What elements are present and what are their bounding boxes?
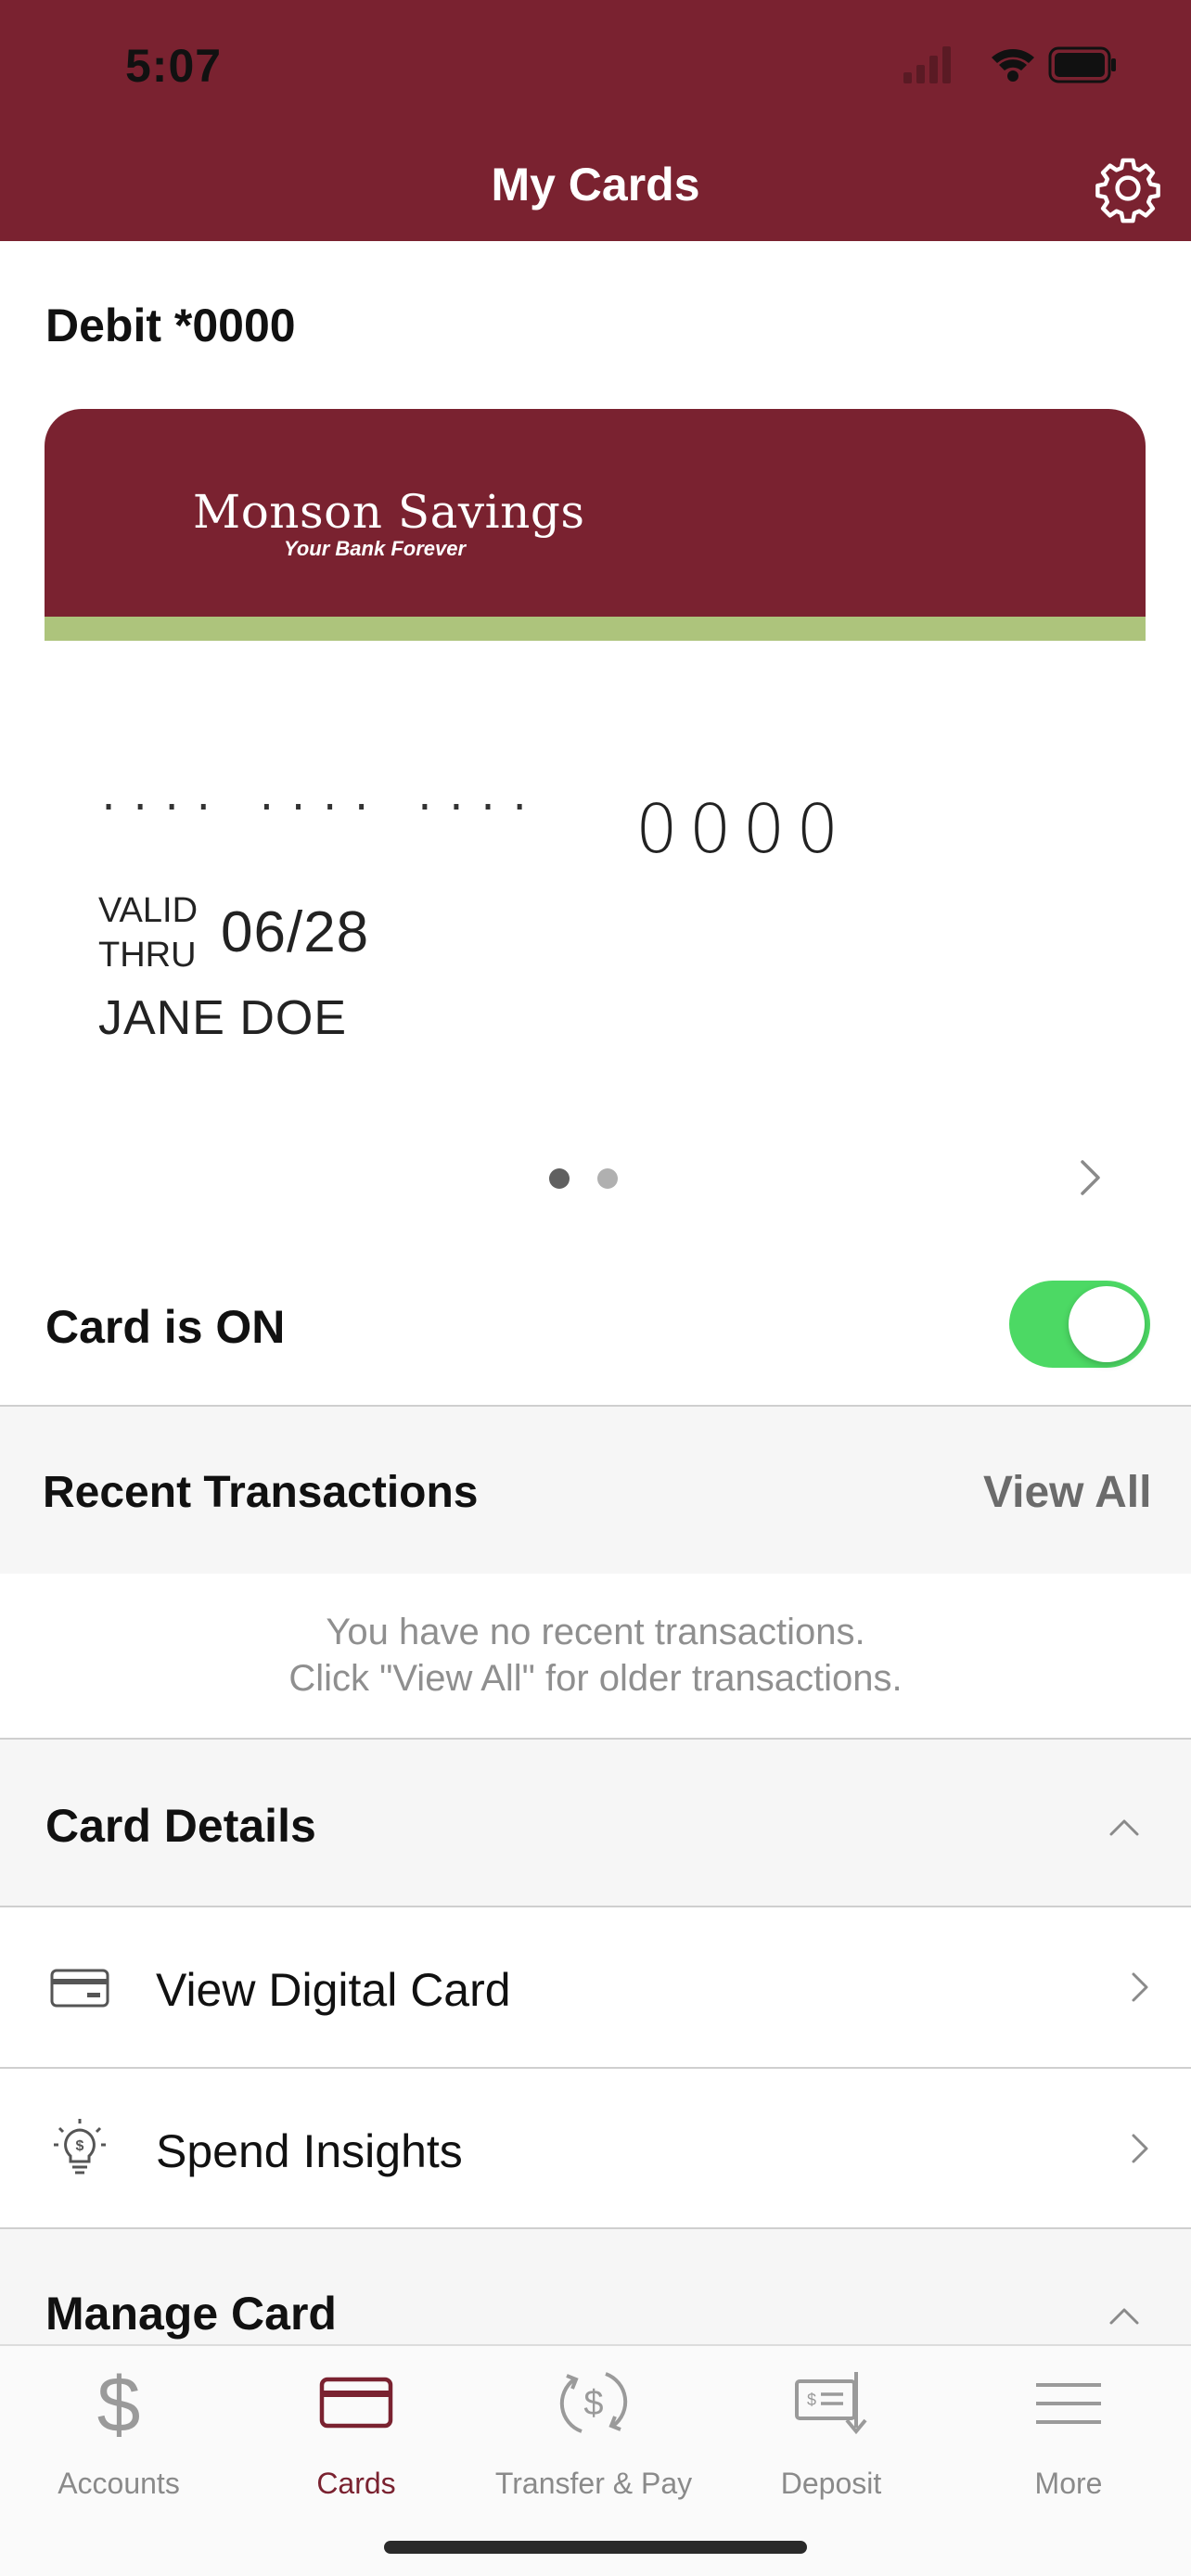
check-deposit-icon: $ [795, 2372, 867, 2435]
card-stripe [45, 617, 1146, 641]
toggle-knob [1069, 1286, 1145, 1362]
card-number-last4: 0000 [635, 790, 851, 868]
battery-icon [1048, 46, 1116, 83]
card-status-label: Card is ON [45, 1301, 286, 1353]
transfer-icon: $ [559, 2372, 628, 2433]
spend-insights-row[interactable]: $ Spend Insights [0, 2069, 1191, 2228]
tab-label: Accounts [58, 2467, 180, 2500]
tab-deposit[interactable]: $ Deposit [712, 2363, 950, 2502]
dollar-icon: $ [97, 2363, 141, 2442]
card-expiry: 06/28 [221, 900, 370, 964]
card-number-mask: ···· ···· ···· [97, 786, 541, 829]
recent-transactions-title: Recent Transactions [43, 1468, 479, 1517]
tab-transfer-pay[interactable]: $ Transfer & Pay [475, 2363, 712, 2502]
view-digital-card-label: View Digital Card [156, 1964, 511, 2016]
no-transactions-line-2: Click "View All" for older transactions. [288, 1658, 903, 1699]
svg-text:$: $ [76, 2138, 84, 2154]
chevron-right-icon [1132, 1972, 1148, 2002]
svg-text:$: $ [807, 2391, 816, 2409]
tab-label: More [1034, 2467, 1103, 2500]
svg-text:$: $ [97, 2363, 141, 2442]
tab-cards[interactable]: Cards [237, 2363, 475, 2502]
card-image[interactable]: Monson Savings Your Bank Forever [45, 409, 1146, 641]
lightbulb-dollar-icon: $ [54, 2119, 106, 2174]
chevron-up-icon[interactable] [1104, 1808, 1145, 1845]
svg-text:$: $ [583, 2384, 603, 2423]
card-on-toggle[interactable] [1009, 1281, 1150, 1368]
page-title: My Cards [491, 159, 700, 210]
chevron-right-icon [1132, 2134, 1148, 2163]
menu-icon [1036, 2383, 1101, 2424]
no-transactions-message: You have no recent transactions. Click "… [0, 1609, 1191, 1702]
card-brand-name: Monson Savings [193, 485, 585, 539]
tab-label: Deposit [780, 2467, 882, 2500]
carousel-dot-active[interactable] [549, 1168, 570, 1189]
wifi-icon [992, 49, 1034, 82]
credit-card-icon [50, 1969, 109, 2008]
tab-label: Cards [316, 2467, 396, 2500]
settings-gear-icon[interactable] [1093, 153, 1163, 223]
no-transactions-line-1: You have no recent transactions. [326, 1612, 865, 1652]
card-label: Debit *0000 [45, 300, 296, 351]
home-indicator [384, 2541, 807, 2554]
spend-insights-label: Spend Insights [156, 2125, 463, 2177]
status-icons [903, 46, 1116, 83]
carousel-dot[interactable] [597, 1168, 618, 1189]
manage-card-title: Manage Card [45, 2288, 337, 2340]
card-icon [319, 2377, 393, 2429]
status-time: 5:07 [125, 40, 223, 92]
card-details-title: Card Details [45, 1800, 316, 1852]
view-all-link[interactable]: View All [983, 1467, 1151, 1518]
tab-accounts[interactable]: $ Accounts [0, 2363, 237, 2502]
cellular-signal-icon [903, 46, 951, 83]
carousel-dots [0, 1168, 1191, 1189]
valid-thru-label: VALID THRU [98, 891, 198, 975]
view-digital-card-row[interactable]: View Digital Card [0, 1907, 1191, 2067]
tab-label: Transfer & Pay [494, 2467, 693, 2500]
card-holder-name: JANE DOE [98, 991, 348, 1045]
chevron-up-icon[interactable] [1104, 2297, 1145, 2334]
card-brand-tagline: Your Bank Forever [284, 537, 467, 560]
chevron-right-icon[interactable] [1067, 1154, 1113, 1201]
tab-more[interactable]: More [950, 2363, 1187, 2502]
